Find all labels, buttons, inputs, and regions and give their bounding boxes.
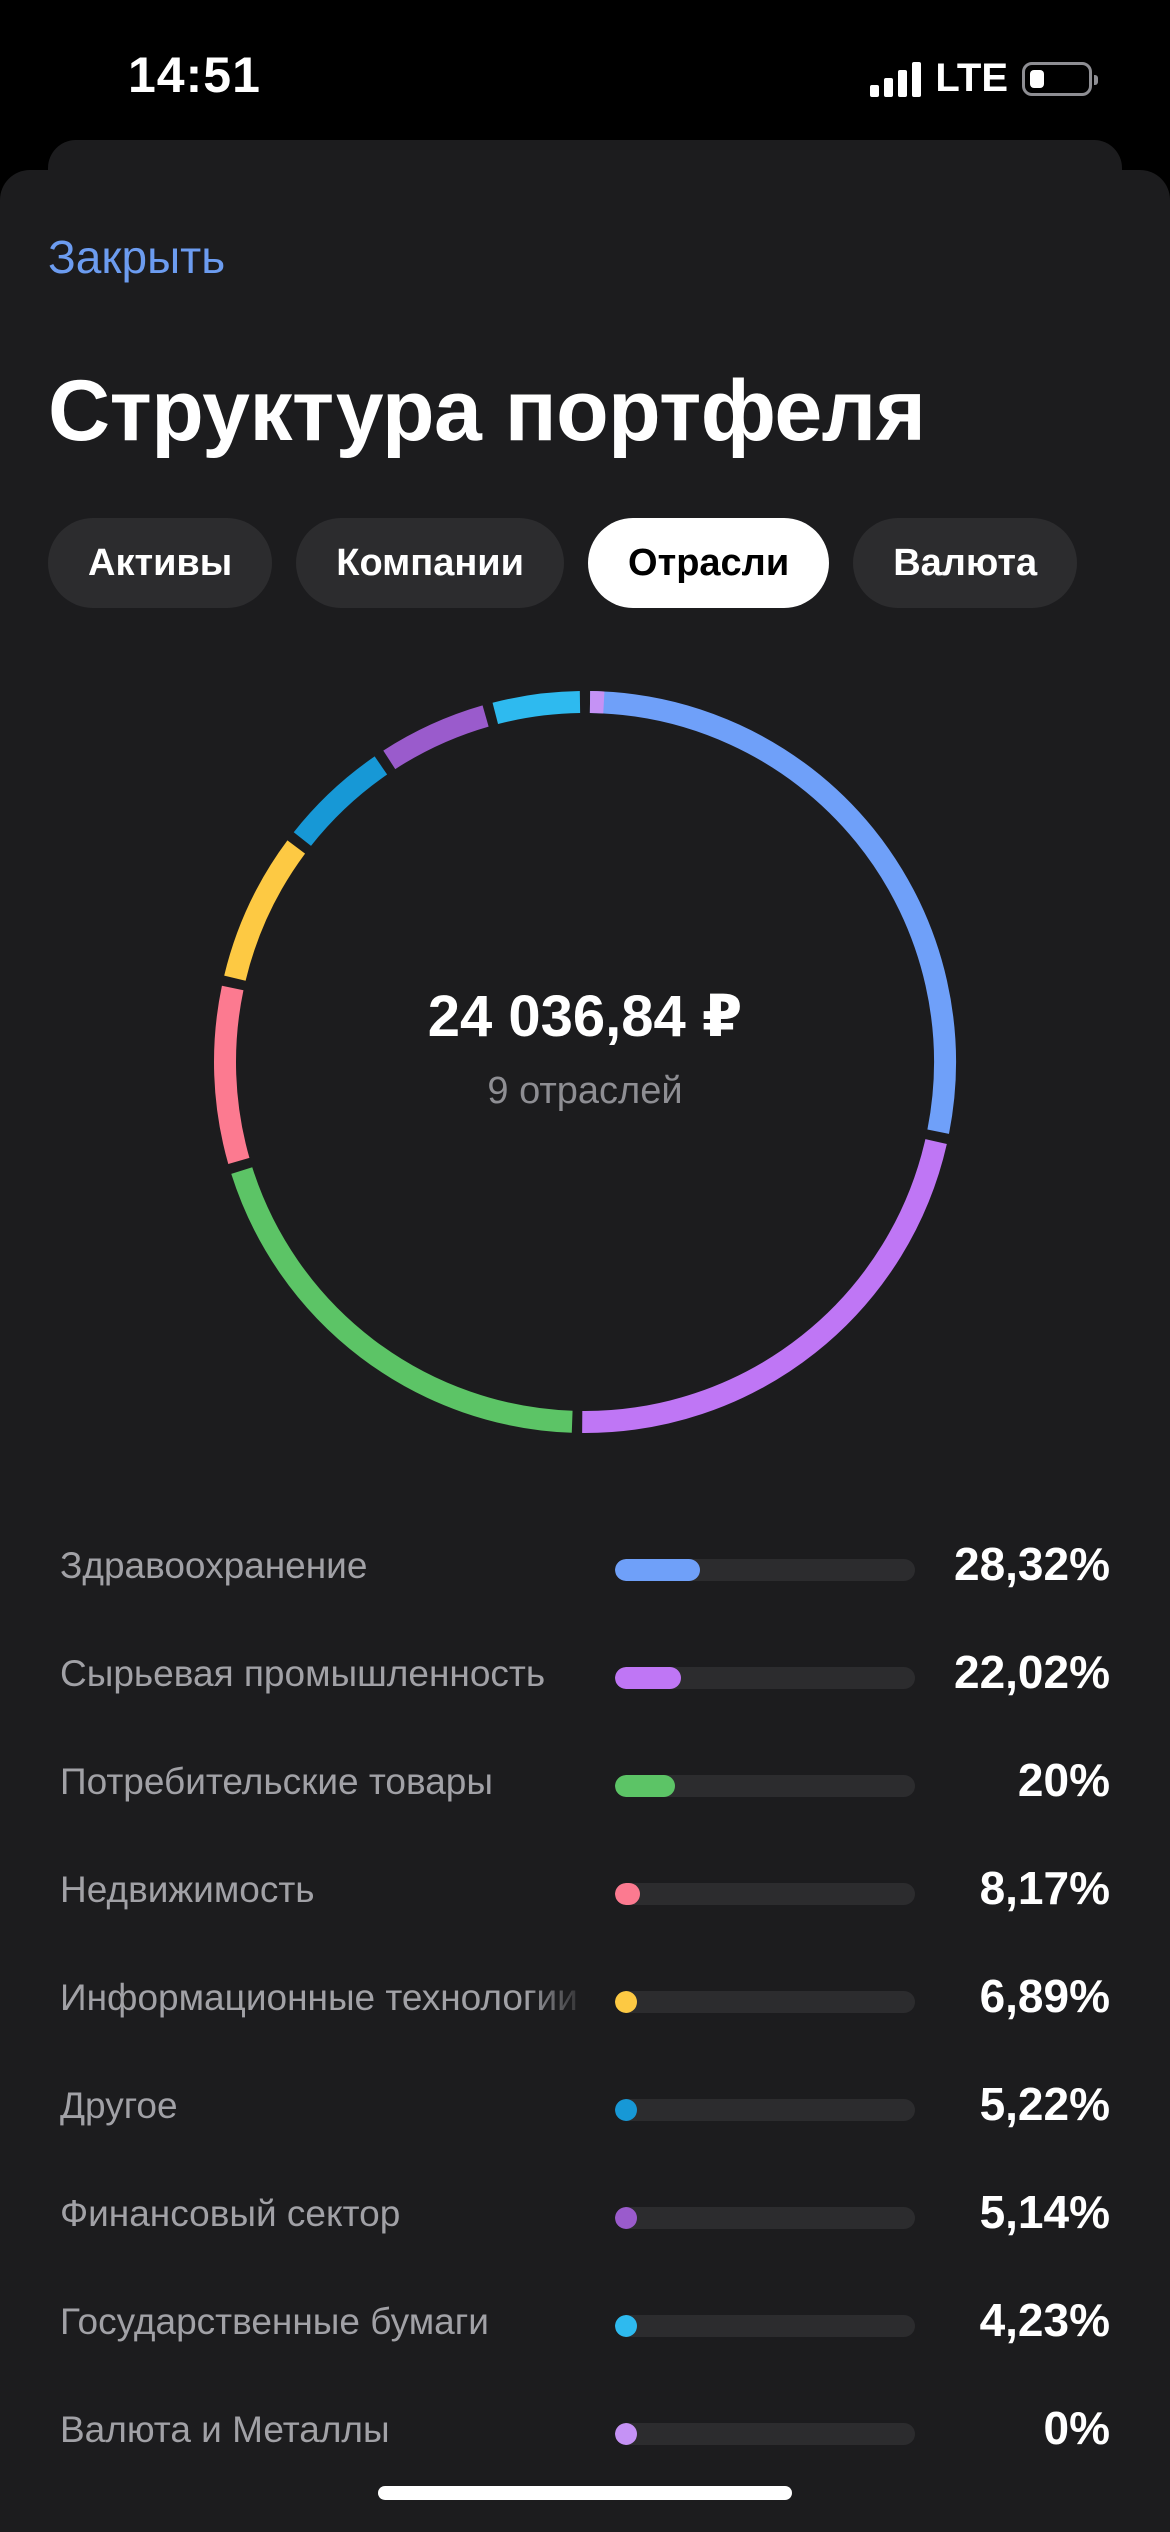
tab-companies[interactable]: Компании xyxy=(296,518,565,608)
legend-percent: 5,22% xyxy=(979,2078,1110,2130)
legend-label: Государственные бумаги xyxy=(60,2301,489,2342)
legend-percent: 20% xyxy=(1017,1754,1110,1806)
network-type-label: LTE xyxy=(935,56,1008,100)
battery-icon xyxy=(1022,61,1098,96)
legend-label: Потребительские товары xyxy=(60,1761,493,1802)
legend-bar-fill xyxy=(615,2423,637,2445)
portfolio-structure-sheet: Закрыть Структура портфеля Активы Компан… xyxy=(0,170,1170,2532)
industry-donut-chart xyxy=(214,691,956,1433)
legend-bar-track xyxy=(615,1559,915,1581)
status-time: 14:51 xyxy=(128,47,261,103)
legend-bar-track xyxy=(615,2207,915,2229)
donut-segment xyxy=(293,756,388,846)
legend-percent: 4,23% xyxy=(979,2294,1110,2346)
legend-bar-track xyxy=(615,2315,915,2337)
legend-bar-fill xyxy=(615,2315,637,2337)
legend-percent: 28,32% xyxy=(953,1538,1110,1590)
legend-row: Государственные бумаги 4,23% xyxy=(60,2271,1110,2379)
legend-row: Информационные технологии 6,89% xyxy=(60,1947,1110,2055)
tab-currency[interactable]: Валюта xyxy=(853,518,1078,608)
legend-bar-track xyxy=(615,1883,915,1905)
donut-segment xyxy=(214,985,250,1164)
legend-label: Информационные технологии xyxy=(60,1977,578,2018)
structure-tabs: Активы Компании Отрасли Валюта xyxy=(48,518,1078,608)
status-indicators: LTE xyxy=(870,56,1098,101)
donut-segment xyxy=(582,1139,947,1433)
legend-bar-track xyxy=(615,1991,915,2013)
legend-label: Сырьевая промышленность xyxy=(60,1653,546,1694)
page-title: Структура портфеля xyxy=(48,363,926,459)
legend-row: Валюта и Металлы 0% xyxy=(60,2379,1110,2487)
legend-percent: 6,89% xyxy=(979,1970,1110,2022)
legend-percent: 8,17% xyxy=(979,1862,1110,1914)
legend-bar-fill xyxy=(615,2207,637,2229)
legend-label: Другое xyxy=(60,2085,178,2126)
tab-assets[interactable]: Активы xyxy=(48,518,273,608)
legend-label: Здравоохранение xyxy=(60,1545,368,1586)
legend-bar-track xyxy=(615,1775,915,1797)
home-indicator xyxy=(378,2486,792,2500)
donut-segment xyxy=(589,691,956,1134)
cellular-signal-icon xyxy=(870,61,922,97)
legend-bar-fill xyxy=(615,1559,700,1581)
legend-bar-track xyxy=(615,2099,915,2121)
donut-segment xyxy=(231,1167,573,1433)
legend-percent: 22,02% xyxy=(953,1646,1110,1698)
legend-row: Недвижимость 8,17% xyxy=(60,1839,1110,1947)
legend-bar-fill xyxy=(615,1667,682,1689)
legend-bar-fill xyxy=(615,1775,675,1797)
donut-segment xyxy=(383,705,489,770)
legend-bar-track xyxy=(615,1667,915,1689)
donut-segment xyxy=(492,691,581,725)
legend-label: Валюта и Металлы xyxy=(60,2409,390,2450)
status-bar: 14:51 LTE xyxy=(0,0,1170,150)
legend-bar-track xyxy=(615,2423,915,2445)
tab-industries[interactable]: Отрасли xyxy=(588,518,830,608)
legend-bar-fill xyxy=(615,2099,637,2121)
legend-bar-fill xyxy=(615,1883,640,1905)
donut-segment xyxy=(224,840,306,981)
legend-percent: 0% xyxy=(1043,2402,1110,2454)
legend-row: Потребительские товары 20% xyxy=(60,1731,1110,1839)
legend-label: Финансовый сектор xyxy=(60,2193,401,2234)
legend-row: Другое 5,22% xyxy=(60,2055,1110,2163)
legend-row: Здравоохранение 28,32% xyxy=(60,1515,1110,1623)
legend-label: Недвижимость xyxy=(60,1869,315,1910)
close-button[interactable]: Закрыть xyxy=(48,230,225,284)
legend-percent: 5,14% xyxy=(979,2186,1110,2238)
legend-bar-fill xyxy=(615,1991,637,2013)
legend-row: Сырьевая промышленность 22,02% xyxy=(60,1623,1110,1731)
industry-legend: Здравоохранение 28,32% Сырьевая промышленн… xyxy=(60,1515,1110,2487)
legend-row: Финансовый сектор 5,14% xyxy=(60,2163,1110,2271)
